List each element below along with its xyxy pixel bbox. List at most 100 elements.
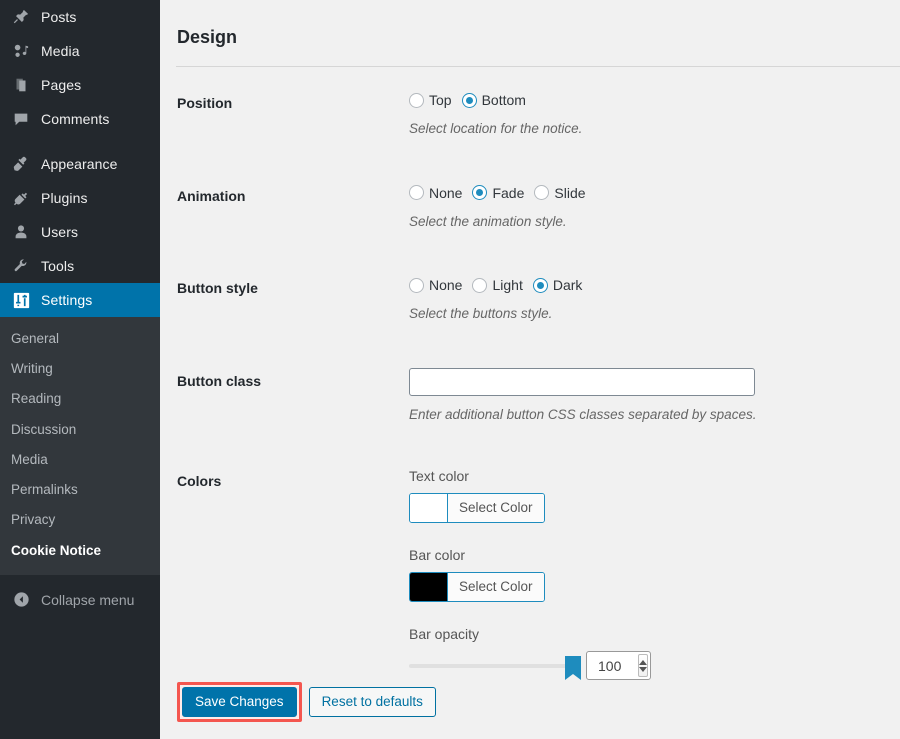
- chevron-left-circle-icon: [10, 590, 32, 610]
- sidebar-item-permalinks[interactable]: Permalinks: [0, 475, 160, 505]
- stepper-arrows[interactable]: [638, 654, 648, 677]
- bar-opacity-stepper[interactable]: [586, 651, 651, 680]
- radio-button[interactable]: [472, 278, 487, 293]
- button-style-option-light[interactable]: Light: [472, 277, 522, 293]
- button-style-option-dark[interactable]: Dark: [533, 277, 583, 293]
- radio-label: Light: [492, 277, 522, 293]
- button-style-label: Button style: [160, 258, 409, 350]
- radio-label: Slide: [554, 185, 585, 201]
- animation-option-none[interactable]: None: [409, 185, 462, 201]
- bar-opacity-slider-handle[interactable]: [565, 656, 581, 674]
- radio-button-selected[interactable]: [533, 278, 548, 293]
- radio-label: None: [429, 277, 462, 293]
- sidebar-item-media[interactable]: Media: [0, 34, 160, 68]
- sidebar-item-privacy[interactable]: Privacy: [0, 505, 160, 535]
- sidebar-item-label: Comments: [41, 112, 109, 126]
- radio-label: Top: [429, 92, 452, 108]
- title-divider: [176, 66, 900, 67]
- sidebar-item-media-settings[interactable]: Media: [0, 445, 160, 475]
- sidebar-item-label: Settings: [41, 293, 92, 307]
- animation-field: None Fade Slide Select the animati: [409, 166, 900, 258]
- radio-button-selected[interactable]: [462, 93, 477, 108]
- save-changes-button[interactable]: Save Changes: [182, 687, 297, 717]
- plug-icon: [10, 188, 32, 208]
- button-style-field: None Light Dark Select the buttons: [409, 258, 900, 350]
- wrench-icon: [10, 256, 32, 276]
- sidebar-item-plugins[interactable]: Plugins: [0, 181, 160, 215]
- position-field: Top Bottom Select location for the notic…: [409, 73, 900, 165]
- sidebar-item-label: Appearance: [41, 157, 118, 171]
- reset-to-defaults-button[interactable]: Reset to defaults: [309, 687, 436, 717]
- animation-option-fade[interactable]: Fade: [472, 185, 524, 201]
- bar-opacity-control: [409, 651, 890, 680]
- sidebar-item-general[interactable]: General: [0, 324, 160, 354]
- sidebar-item-label: Tools: [41, 259, 74, 273]
- text-color-picker[interactable]: Select Color: [409, 493, 545, 523]
- position-description: Select location for the notice.: [409, 120, 890, 139]
- bar-opacity-slider[interactable]: [409, 664, 577, 668]
- bar-color-picker[interactable]: Select Color: [409, 572, 545, 602]
- comment-icon: [10, 109, 32, 129]
- wordpress-admin-screen: Posts Media Pages Comments Appeara: [0, 0, 900, 739]
- sidebar-item-label: Users: [41, 225, 78, 239]
- sidebar-item-label: Media: [41, 44, 80, 58]
- radio-button[interactable]: [534, 185, 549, 200]
- radio-button[interactable]: [409, 185, 424, 200]
- form-row-button-class: Button class Enter additional button CSS…: [160, 351, 900, 451]
- button-style-description: Select the buttons style.: [409, 305, 890, 324]
- text-color-button-label[interactable]: Select Color: [448, 494, 544, 522]
- sidebar-item-appearance[interactable]: Appearance: [0, 147, 160, 181]
- radio-label: Fade: [492, 185, 524, 201]
- main-content: Design Position Top: [160, 0, 900, 739]
- animation-option-slide[interactable]: Slide: [534, 185, 585, 201]
- sidebar-item-label: Posts: [41, 10, 77, 24]
- radio-label: Dark: [553, 277, 583, 293]
- button-class-input[interactable]: [409, 368, 755, 396]
- position-option-top[interactable]: Top: [409, 92, 452, 108]
- form-row-colors: Colors Text color Select Color Bar color…: [160, 451, 900, 693]
- sidebar-item-reading[interactable]: Reading: [0, 384, 160, 414]
- stepper-down-icon[interactable]: [639, 667, 647, 672]
- sidebar-item-users[interactable]: Users: [0, 215, 160, 249]
- form-row-animation: Animation None Fade: [160, 166, 900, 258]
- sidebar-item-label: Plugins: [41, 191, 88, 205]
- form-row-button-style: Button style None Light: [160, 258, 900, 350]
- settings-submenu: General Writing Reading Discussion Media…: [0, 317, 160, 575]
- pages-icon: [10, 75, 32, 95]
- stepper-up-icon[interactable]: [639, 660, 647, 665]
- bar-color-swatch[interactable]: [410, 573, 448, 601]
- sliders-icon: [10, 290, 32, 310]
- collapse-menu-button[interactable]: Collapse menu: [0, 583, 160, 617]
- radio-label: None: [429, 185, 462, 201]
- text-color-swatch[interactable]: [410, 494, 448, 522]
- radio-button[interactable]: [409, 93, 424, 108]
- collapse-menu-wrapper: Collapse menu: [0, 575, 160, 617]
- position-option-bottom[interactable]: Bottom: [462, 92, 526, 108]
- paintbrush-icon: [10, 154, 32, 174]
- sidebar-item-discussion[interactable]: Discussion: [0, 415, 160, 445]
- position-label: Position: [160, 73, 409, 165]
- sidebar-item-posts[interactable]: Posts: [0, 0, 160, 34]
- sidebar-item-label: Pages: [41, 78, 81, 92]
- button-style-option-none[interactable]: None: [409, 277, 462, 293]
- bar-opacity-input[interactable]: [596, 657, 638, 675]
- sidebar-item-cookie-notice[interactable]: Cookie Notice: [0, 536, 160, 566]
- colors-field: Text color Select Color Bar color Select…: [409, 451, 900, 693]
- sidebar-item-writing[interactable]: Writing: [0, 354, 160, 384]
- button-class-description: Enter additional button CSS classes sepa…: [409, 406, 890, 425]
- position-radio-group: Top Bottom: [409, 90, 890, 110]
- radio-button[interactable]: [409, 278, 424, 293]
- sidebar-item-settings[interactable]: Settings: [0, 283, 160, 317]
- design-settings-form: Position Top Bottom Selec: [160, 73, 900, 693]
- bar-color-button-label[interactable]: Select Color: [448, 573, 544, 601]
- pin-icon: [10, 7, 32, 27]
- page-title: Design: [160, 0, 900, 49]
- form-submit-row: Save Changes Reset to defaults: [177, 682, 436, 722]
- sidebar-item-tools[interactable]: Tools: [0, 249, 160, 283]
- radio-label: Bottom: [482, 92, 526, 108]
- sidebar-item-comments[interactable]: Comments: [0, 102, 160, 136]
- collapse-menu-label: Collapse menu: [41, 592, 134, 608]
- radio-button-selected[interactable]: [472, 185, 487, 200]
- form-row-position: Position Top Bottom Selec: [160, 73, 900, 165]
- sidebar-item-pages[interactable]: Pages: [0, 68, 160, 102]
